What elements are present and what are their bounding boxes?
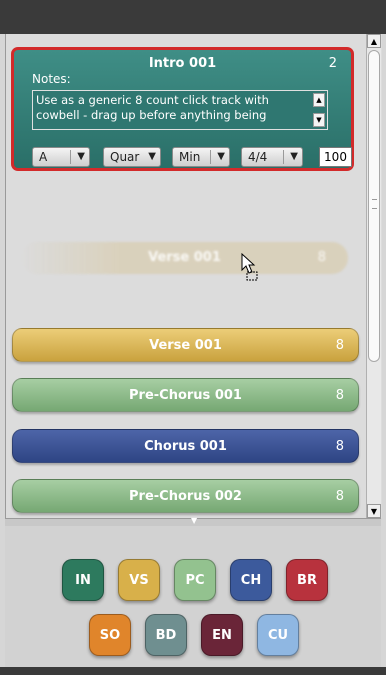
chevron-down-icon: ▼ [77,151,85,162]
scroll-up-icon[interactable]: ▲ [367,34,381,48]
ghost-count: 8 [317,250,326,265]
feel-select-value: Quar [110,150,140,164]
chevron-down-icon: ▼ [290,151,298,162]
section-pill-count: 8 [335,388,344,403]
palette-button-ch[interactable]: CH [230,559,272,601]
feel-select[interactable]: Quar ▼ [103,147,161,167]
scroll-down-icon[interactable]: ▼ [367,504,381,518]
drag-cursor-icon [241,253,258,281]
time-signature-value: 4/4 [248,150,268,164]
section-pill-count: 8 [335,338,344,353]
section-pill-title: Chorus 001 [144,439,227,454]
palette-button-br[interactable]: BR [286,559,328,601]
notes-text: Use as a generic 8 count click track wit… [36,93,269,122]
section-pill-count: 8 [335,439,344,454]
section-list-panel: Intro 001 2 Notes: Use as a generic 8 co… [5,34,382,518]
selected-section-card[interactable]: Intro 001 2 Notes: Use as a generic 8 co… [11,47,354,171]
notes-label: Notes: [32,72,71,86]
palette-button-vs[interactable]: VS [118,559,160,601]
section-title: Intro 001 [148,56,217,71]
mode-select[interactable]: Min ▼ [172,147,230,167]
section-pill-title: Verse 001 [149,338,222,353]
ghost-title: Verse 001 [148,250,221,265]
section-pill-pre-chorus-002[interactable]: Pre-Chorus 002 8 [12,479,359,513]
notes-textarea[interactable]: Use as a generic 8 count click track wit… [32,90,328,130]
notes-scroll-down-icon[interactable]: ▼ [313,113,325,127]
palette-button-bd[interactable]: BD [145,614,187,656]
key-select-value: A [39,150,48,164]
section-count: 2 [328,56,337,71]
section-pill-pre-chorus-001[interactable]: Pre-Chorus 001 8 [12,378,359,412]
section-palette: IN VS PC CH BR SO BD EN CU [5,526,381,667]
window-bottom-bar [0,667,386,675]
chevron-down-icon: ▼ [217,151,225,162]
palette-collapse-icon[interactable]: ▼ [191,516,197,525]
key-select[interactable]: A ▼ [32,147,90,167]
section-pill-count: 8 [335,489,344,504]
time-signature-select[interactable]: 4/4 ▼ [241,147,303,167]
dragging-section-ghost: Verse 001 8 [21,242,348,274]
mode-select-value: Min [179,150,201,164]
palette-button-en[interactable]: EN [201,614,243,656]
vertical-scrollbar[interactable]: ▲ ▼ [366,34,381,518]
tempo-input[interactable]: 100 [319,147,352,167]
notes-scroll-up-icon[interactable]: ▲ [313,93,325,107]
section-pill-title: Pre-Chorus 001 [129,388,242,403]
window-top-bar [0,0,386,34]
section-pill-chorus-001[interactable]: Chorus 001 8 [12,429,359,463]
palette-button-pc[interactable]: PC [174,559,216,601]
section-pill-verse-001[interactable]: Verse 001 8 [12,328,359,362]
chevron-down-icon: ▼ [148,151,156,162]
section-pill-title: Pre-Chorus 002 [129,489,242,504]
palette-button-so[interactable]: SO [89,614,131,656]
palette-button-cu[interactable]: CU [257,614,299,656]
scrollbar-thumb[interactable] [368,50,380,362]
palette-button-in[interactable]: IN [62,559,104,601]
